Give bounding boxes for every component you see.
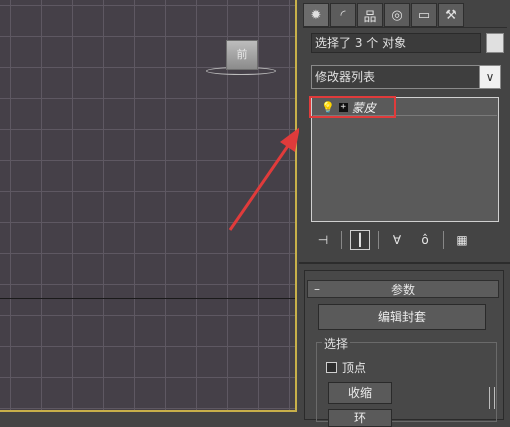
configure-modifier-sets-button[interactable]: ▦ bbox=[452, 230, 472, 250]
motion-icon: ◎ bbox=[391, 7, 403, 23]
stack-item-label: 蒙皮 bbox=[351, 100, 376, 115]
toolbar-separator bbox=[378, 231, 379, 249]
tab-divider bbox=[303, 27, 507, 28]
remove-modifier-button[interactable]: ô bbox=[415, 230, 435, 250]
rollout-title: 参数 bbox=[390, 282, 415, 297]
modifier-list-label: 修改器列表 bbox=[315, 70, 376, 84]
viewport[interactable]: 前 bbox=[0, 0, 297, 412]
shrink-button[interactable]: 收缩 bbox=[328, 382, 392, 404]
modifier-stack[interactable]: 💡 + 蒙皮 bbox=[311, 97, 499, 222]
ring-button[interactable]: 环 bbox=[328, 409, 392, 427]
edit-envelopes-button[interactable]: 编辑封套 bbox=[318, 304, 486, 330]
show-end-result-icon: ┃ bbox=[356, 233, 364, 247]
rollout-scrollbar[interactable] bbox=[489, 387, 495, 409]
stack-toolbar: ⊣ ┃ ∀ ô ▦ bbox=[313, 230, 472, 250]
rollout-header[interactable]: – 参数 bbox=[307, 280, 499, 298]
utilities-tab[interactable]: ⚒ bbox=[438, 3, 464, 27]
viewcube[interactable]: 前 bbox=[226, 40, 258, 70]
display-icon: ▭ bbox=[417, 7, 431, 23]
remove-modifier-icon: ô bbox=[421, 233, 429, 247]
vertices-label: 顶点 bbox=[342, 361, 367, 375]
selection-name-field[interactable]: 选择了 3 个 对象 bbox=[311, 33, 481, 53]
modifier-list-dropdown[interactable]: 修改器列表 ∨ bbox=[311, 65, 501, 89]
create-icon: ✹ bbox=[310, 7, 322, 23]
hierarchy-icon: 品 bbox=[363, 9, 377, 25]
toolbar-separator bbox=[341, 231, 342, 249]
stack-item-skin[interactable]: 💡 + 蒙皮 bbox=[313, 99, 497, 116]
home-grid-axis bbox=[0, 298, 295, 299]
create-tab[interactable]: ✹ bbox=[303, 3, 329, 27]
modify-icon: ◜ bbox=[340, 7, 346, 23]
make-unique-icon: ∀ bbox=[392, 233, 402, 247]
configure-sets-icon: ▦ bbox=[456, 233, 468, 247]
lightbulb-icon[interactable]: 💡 bbox=[321, 101, 335, 114]
selection-group: 选择 顶点 收缩 环 bbox=[316, 335, 497, 427]
object-color-swatch[interactable] bbox=[486, 33, 504, 53]
make-unique-button[interactable]: ∀ bbox=[387, 230, 407, 250]
display-tab[interactable]: ▭ bbox=[411, 3, 437, 27]
pin-stack-icon: ⊣ bbox=[317, 233, 329, 247]
panel-divider bbox=[299, 262, 510, 264]
pin-stack-button[interactable]: ⊣ bbox=[313, 230, 333, 250]
selection-group-title: 选择 bbox=[322, 335, 351, 352]
motion-tab[interactable]: ◎ bbox=[384, 3, 410, 27]
utilities-icon: ⚒ bbox=[445, 7, 457, 23]
vertices-option[interactable]: 顶点 bbox=[326, 359, 366, 376]
chevron-down-icon[interactable]: ∨ bbox=[479, 66, 500, 88]
modify-tab[interactable]: ◜ bbox=[330, 3, 356, 27]
command-panel-tabs: ✹ ◜ 品 ◎ ▭ ⚒ bbox=[303, 3, 464, 27]
expand-icon[interactable]: + bbox=[338, 102, 348, 112]
parameters-rollout: – 参数 编辑封套 选择 顶点 收缩 环 bbox=[304, 270, 504, 427]
vertices-checkbox[interactable] bbox=[326, 362, 337, 373]
command-panel: ✹ ◜ 品 ◎ ▭ ⚒ 选择了 3 个 对象 修改器列表 ∨ 💡 + 蒙皮 ⊣ … bbox=[299, 0, 510, 427]
toolbar-separator bbox=[443, 231, 444, 249]
collapse-icon[interactable]: – bbox=[308, 282, 326, 296]
show-end-result-button[interactable]: ┃ bbox=[350, 230, 370, 250]
hierarchy-tab[interactable]: 品 bbox=[357, 3, 383, 27]
